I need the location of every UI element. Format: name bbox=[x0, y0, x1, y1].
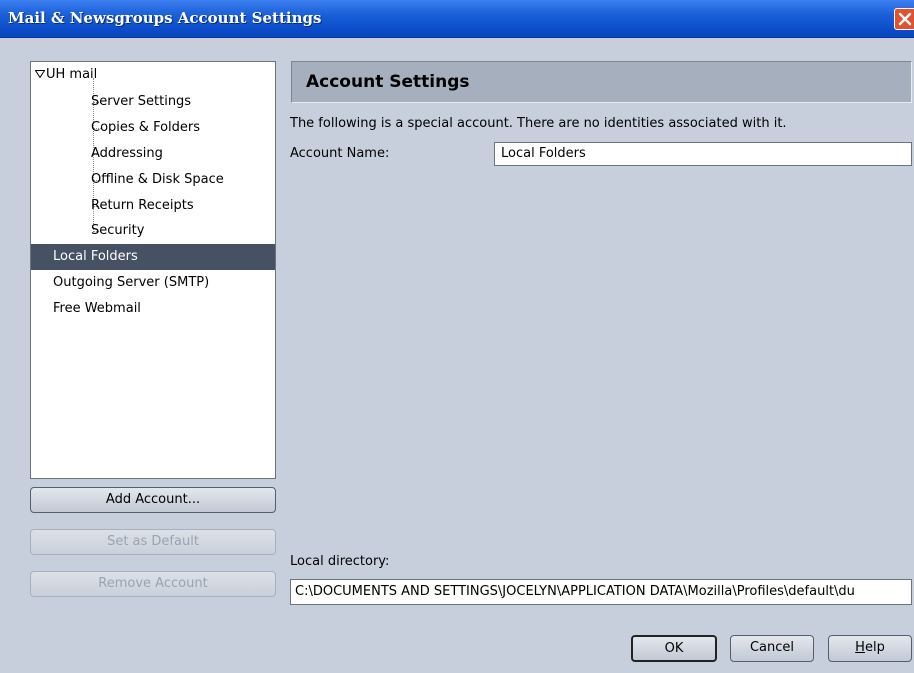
tree-item-label: Server Settings bbox=[91, 94, 192, 109]
tree-item-return-receipts[interactable]: Return Receipts bbox=[31, 193, 275, 219]
tree-item-label: Security bbox=[91, 223, 145, 238]
tree-item-local-folders[interactable]: Local Folders bbox=[31, 244, 275, 270]
account-name-label: Account Name: bbox=[290, 146, 390, 161]
panel-title: Account Settings bbox=[306, 72, 470, 92]
set-as-default-button[interactable]: Set as Default bbox=[30, 529, 276, 555]
tree-item-copies-folders[interactable]: Copies & Folders bbox=[31, 115, 275, 141]
tree-item-label: UH mail bbox=[46, 67, 98, 82]
tree-item-label: Outgoing Server (SMTP) bbox=[53, 275, 210, 290]
tree-item-uh-mail[interactable]: UH mail bbox=[31, 62, 275, 88]
dialog-body: UH mail Server Settings Copies & Folders… bbox=[0, 38, 914, 673]
window-title: Mail & Newsgroups Account Settings bbox=[8, 9, 322, 27]
help-accesskey: H bbox=[855, 640, 865, 655]
remove-account-button[interactable]: Remove Account bbox=[30, 571, 276, 597]
tree-item-label: Free Webmail bbox=[53, 301, 141, 316]
info-text: The following is a special account. Ther… bbox=[290, 116, 787, 131]
ok-button[interactable]: OK bbox=[631, 635, 717, 662]
close-button[interactable] bbox=[894, 8, 914, 30]
help-label: elp bbox=[864, 640, 885, 655]
title-bar: Mail & Newsgroups Account Settings bbox=[0, 0, 914, 38]
tree-item-label: Copies & Folders bbox=[91, 120, 201, 135]
tree-item-label: Return Receipts bbox=[91, 198, 194, 213]
local-directory-field[interactable]: C:\DOCUMENTS AND SETTINGS\JOCELYN\APPLIC… bbox=[290, 579, 912, 605]
tree-item-addressing[interactable]: Addressing bbox=[31, 141, 275, 167]
help-button[interactable]: Help bbox=[828, 635, 912, 662]
local-directory-label: Local directory: bbox=[290, 554, 390, 569]
tree-item-free-webmail[interactable]: Free Webmail bbox=[31, 296, 275, 322]
tree-item-label: Addressing bbox=[91, 146, 163, 161]
tree-item-label: Offline & Disk Space bbox=[91, 172, 224, 187]
tree-item-security[interactable]: Security bbox=[31, 218, 275, 244]
close-icon bbox=[898, 12, 912, 26]
tree-item-offline-disk-space[interactable]: Offline & Disk Space bbox=[31, 167, 275, 193]
panel-header: Account Settings bbox=[291, 61, 912, 103]
account-tree[interactable]: UH mail Server Settings Copies & Folders… bbox=[30, 61, 276, 479]
expand-triangle-icon[interactable] bbox=[35, 70, 45, 78]
account-name-field[interactable]: Local Folders bbox=[494, 142, 912, 166]
tree-item-server-settings[interactable]: Server Settings bbox=[31, 89, 275, 115]
add-account-button[interactable]: Add Account... bbox=[30, 487, 276, 513]
tree-item-label: Local Folders bbox=[53, 249, 138, 264]
cancel-button[interactable]: Cancel bbox=[730, 635, 814, 662]
tree-item-outgoing-server[interactable]: Outgoing Server (SMTP) bbox=[31, 270, 275, 296]
